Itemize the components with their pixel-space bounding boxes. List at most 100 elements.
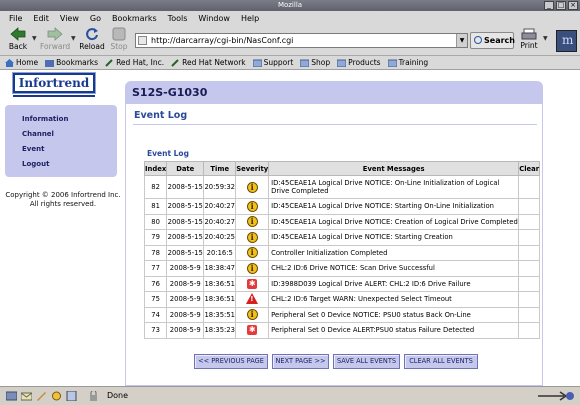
cell-index: 78 bbox=[143, 244, 168, 261]
page-title: Event Log bbox=[134, 110, 188, 121]
cell-severity: ✱ bbox=[235, 275, 270, 292]
stop-label: Stop bbox=[110, 42, 128, 51]
reload-icon bbox=[86, 28, 98, 41]
clear-all-events-button[interactable]: CLEAR ALL EVENTS bbox=[404, 354, 478, 369]
cell-clear[interactable] bbox=[518, 175, 541, 199]
cell-clear[interactable] bbox=[518, 306, 541, 323]
back-button[interactable]: Back bbox=[6, 27, 30, 54]
bookmark-training[interactable]: Training bbox=[387, 58, 428, 67]
back-arrow-icon bbox=[10, 27, 26, 41]
status-bar: Done bbox=[0, 386, 580, 405]
url-dropdown-icon[interactable]: ▼ bbox=[456, 34, 467, 47]
mozilla-throbber-icon[interactable] bbox=[556, 30, 577, 52]
forward-button[interactable]: Forward bbox=[40, 27, 70, 54]
menu-window[interactable]: Window bbox=[198, 14, 230, 23]
table-row: 73 2008-5-9 18:35:23 ✱ Peripheral Set 0 Devi… bbox=[143, 322, 541, 339]
cell-time: 18:36:51 bbox=[203, 291, 237, 308]
table-row: 78 2008-5-15 20:16:5 i Controller Initializa… bbox=[143, 244, 541, 261]
copyright-line: Copyright © 2006 Infortrend Inc. bbox=[5, 191, 121, 199]
cell-clear[interactable] bbox=[518, 322, 541, 339]
cell-clear[interactable] bbox=[518, 213, 541, 230]
cell-event-message: ID:45CEAE1A Logical Drive NOTICE: Creati… bbox=[268, 213, 520, 230]
mail-icon[interactable] bbox=[21, 391, 32, 401]
back-dropdown-icon[interactable]: ▼ bbox=[32, 35, 37, 42]
cell-time: 18:35:23 bbox=[203, 322, 237, 339]
composer-icon[interactable] bbox=[36, 391, 47, 401]
menu-file[interactable]: File bbox=[9, 14, 22, 23]
print-button[interactable]: Print bbox=[517, 28, 541, 54]
bookmark-support[interactable]: Support bbox=[252, 58, 293, 67]
cell-event-message: ID:45CEAE1A Logical Drive NOTICE: Starti… bbox=[268, 198, 520, 215]
url-text: http://darcarray/cgi-bin/NasConf.cgi bbox=[151, 36, 294, 45]
cell-severity: i bbox=[235, 175, 270, 199]
infortrend-logo[interactable]: Infortrend bbox=[13, 73, 95, 93]
maximize-button[interactable]: □ bbox=[556, 1, 566, 10]
info-icon: i bbox=[246, 231, 258, 243]
forward-dropdown-icon[interactable]: ▼ bbox=[71, 35, 76, 42]
menu-help[interactable]: Help bbox=[241, 14, 259, 23]
bookmark-bookmarks[interactable]: Bookmarks bbox=[45, 58, 98, 67]
cell-date: 2008-5-9 bbox=[166, 306, 205, 323]
close-button[interactable]: × bbox=[568, 1, 578, 10]
cell-index: 81 bbox=[143, 198, 168, 215]
url-bar[interactable]: http://darcarray/cgi-bin/NasConf.cgi bbox=[135, 33, 468, 48]
previous-page-button[interactable]: << PREVIOUS PAGE bbox=[194, 354, 268, 369]
copyright-notice: Copyright © 2006 Infortrend Inc. All rig… bbox=[4, 191, 122, 209]
sidebar-item-channel[interactable]: Channel bbox=[5, 127, 117, 142]
info-icon: i bbox=[246, 262, 258, 274]
cell-index: 79 bbox=[143, 229, 168, 246]
cell-severity: i bbox=[235, 260, 270, 277]
save-all-events-button[interactable]: SAVE ALL EVENTS bbox=[333, 354, 400, 369]
table-row: 82 2008-5-15 20:59:32 i ID:45CEAE1A Logical … bbox=[143, 175, 541, 199]
menu-tools[interactable]: Tools bbox=[168, 14, 188, 23]
cell-index: 80 bbox=[143, 213, 168, 230]
sidebar-item-event[interactable]: Event bbox=[5, 142, 117, 157]
cell-severity: ✱ bbox=[235, 322, 270, 339]
bookmark-shop[interactable]: Shop bbox=[300, 58, 330, 67]
info-icon: i bbox=[246, 216, 258, 228]
cell-clear[interactable] bbox=[518, 291, 541, 308]
sidebar-item-information[interactable]: Information bbox=[5, 112, 117, 127]
header-severity: Severity bbox=[235, 161, 270, 176]
cell-clear[interactable] bbox=[518, 229, 541, 246]
menu-view[interactable]: View bbox=[60, 14, 79, 23]
forward-label: Forward bbox=[40, 42, 71, 51]
print-dropdown-icon[interactable]: ▼ bbox=[543, 35, 548, 42]
bookmark-red-hat-inc[interactable]: Red Hat, Inc. bbox=[105, 58, 164, 67]
status-text: Done bbox=[107, 391, 129, 400]
logo-underline bbox=[13, 95, 95, 97]
next-page-button[interactable]: NEXT PAGE >> bbox=[272, 354, 329, 369]
event-table-title: Event Log bbox=[147, 149, 189, 158]
bookmark-red-hat-network[interactable]: Red Hat Network bbox=[171, 58, 246, 67]
header-event-messages: Event Messages bbox=[268, 161, 520, 176]
reload-button[interactable]: Reload bbox=[79, 27, 105, 54]
bookmark-products[interactable]: Products bbox=[337, 58, 381, 67]
header-date: Date bbox=[166, 161, 205, 176]
menu-bookmarks[interactable]: Bookmarks bbox=[112, 14, 157, 23]
search-button[interactable]: Search bbox=[470, 32, 515, 49]
cell-clear[interactable] bbox=[518, 260, 541, 277]
bookmark-home[interactable]: Home bbox=[5, 58, 38, 67]
chat-icon[interactable] bbox=[51, 391, 62, 401]
address-book-icon[interactable] bbox=[66, 391, 77, 401]
menu-edit[interactable]: Edit bbox=[33, 14, 49, 23]
minimize-button[interactable]: _ bbox=[544, 1, 554, 10]
cell-time: 20:40:27 bbox=[203, 198, 237, 215]
table-row: 74 2008-5-9 18:35:51 i Peripheral Set 0 Devi… bbox=[143, 306, 541, 323]
cell-clear[interactable] bbox=[518, 275, 541, 292]
cell-clear[interactable] bbox=[518, 244, 541, 261]
navigator-icon[interactable] bbox=[6, 391, 17, 401]
stop-button[interactable]: Stop bbox=[108, 27, 130, 54]
cell-index: 82 bbox=[143, 175, 168, 199]
cell-clear[interactable] bbox=[518, 198, 541, 215]
menu-go[interactable]: Go bbox=[90, 14, 101, 23]
search-label: Search bbox=[484, 36, 515, 45]
sidebar-item-logout[interactable]: Logout bbox=[5, 157, 117, 172]
cell-time: 18:36:51 bbox=[203, 275, 237, 292]
cell-date: 2008-5-15 bbox=[166, 229, 205, 246]
forward-arrow-icon bbox=[47, 27, 63, 41]
folder-icon bbox=[337, 59, 347, 67]
cell-event-message: CHL:2 ID:6 Target WARN: Unexpected Selec… bbox=[268, 291, 520, 308]
table-row: 81 2008-5-15 20:40:27 i ID:45CEAE1A Logical … bbox=[143, 198, 541, 215]
alert-icon: ✱ bbox=[247, 278, 258, 289]
